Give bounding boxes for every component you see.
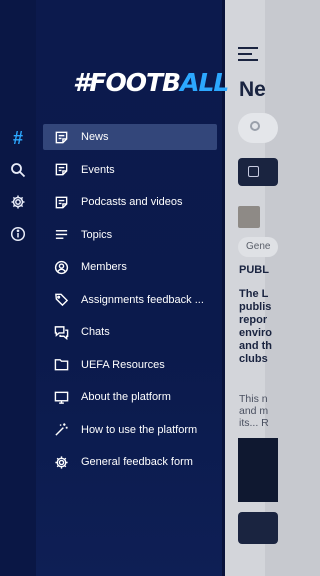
menu-item-about-the-platform[interactable]: About the platform	[43, 384, 217, 410]
post-action-button[interactable]	[238, 512, 278, 544]
note-icon	[53, 162, 69, 178]
info-icon[interactable]	[8, 224, 28, 244]
menu-item-chats[interactable]: Chats	[43, 319, 217, 345]
menu-label: Topics	[81, 228, 113, 241]
calendar-icon	[248, 166, 259, 177]
note-icon	[53, 194, 69, 210]
category-chip[interactable]: Gene	[238, 237, 278, 257]
icon-rail	[0, 0, 36, 576]
post-headline: PUBL	[239, 264, 269, 276]
lines-icon	[53, 227, 69, 243]
magic-wand-icon	[53, 422, 69, 438]
hashtag-icon[interactable]: #	[8, 128, 28, 148]
menu-item-news[interactable]: News	[43, 124, 217, 150]
page-title: Ne	[239, 78, 266, 101]
menu-item-assignments-feedback[interactable]: Assignments feedback ...	[43, 287, 217, 313]
menu-label: Assignments feedback ...	[81, 293, 204, 306]
hamburger-menu-icon[interactable]	[238, 47, 258, 65]
menu-item-general-feedback-form[interactable]: General feedback form	[43, 449, 217, 475]
menu-item-podcasts-and-videos[interactable]: Podcasts and videos	[43, 189, 217, 215]
post-image	[238, 438, 278, 502]
menu-label: Events	[81, 163, 115, 176]
chat-icon	[53, 324, 69, 340]
menu-label: Members	[81, 261, 127, 273]
user-circle-icon	[53, 259, 69, 275]
search-icon[interactable]	[8, 160, 28, 180]
monitor-icon	[53, 389, 69, 405]
menu-item-uefa-resources[interactable]: UEFA Resources	[43, 352, 217, 378]
menu-label: Chats	[81, 326, 110, 338]
menu-item-events[interactable]: Events	[43, 157, 217, 183]
gear-icon	[53, 454, 69, 470]
note-icon	[53, 129, 69, 145]
football-logo: #FOOTBALL	[73, 68, 229, 97]
menu-label: Podcasts and videos	[81, 196, 183, 208]
drawer-menu: News Events Podcasts and videos Topics M…	[43, 124, 217, 482]
tag-icon	[53, 292, 69, 308]
post-lead: The L publis repor enviro and th clubs	[239, 288, 273, 365]
gear-icon[interactable]	[8, 192, 28, 212]
menu-label: General feedback form	[81, 456, 193, 468]
post-body: This n and m its... R	[239, 393, 269, 429]
menu-item-topics[interactable]: Topics	[43, 222, 217, 248]
menu-label: UEFA Resources	[81, 358, 165, 371]
menu-label: About the platform	[81, 391, 171, 403]
menu-label: How to use the platform	[81, 423, 198, 436]
search-icon	[250, 121, 260, 131]
menu-item-members[interactable]: Members	[43, 254, 217, 280]
folder-icon	[53, 357, 69, 373]
menu-item-how-to-use-the-platform[interactable]: How to use the platform	[43, 417, 217, 443]
menu-label: News	[81, 131, 109, 143]
navigation-drawer: #FOOTBALL # News Events Podcasts and vid…	[0, 0, 229, 576]
author-avatar	[238, 206, 260, 228]
